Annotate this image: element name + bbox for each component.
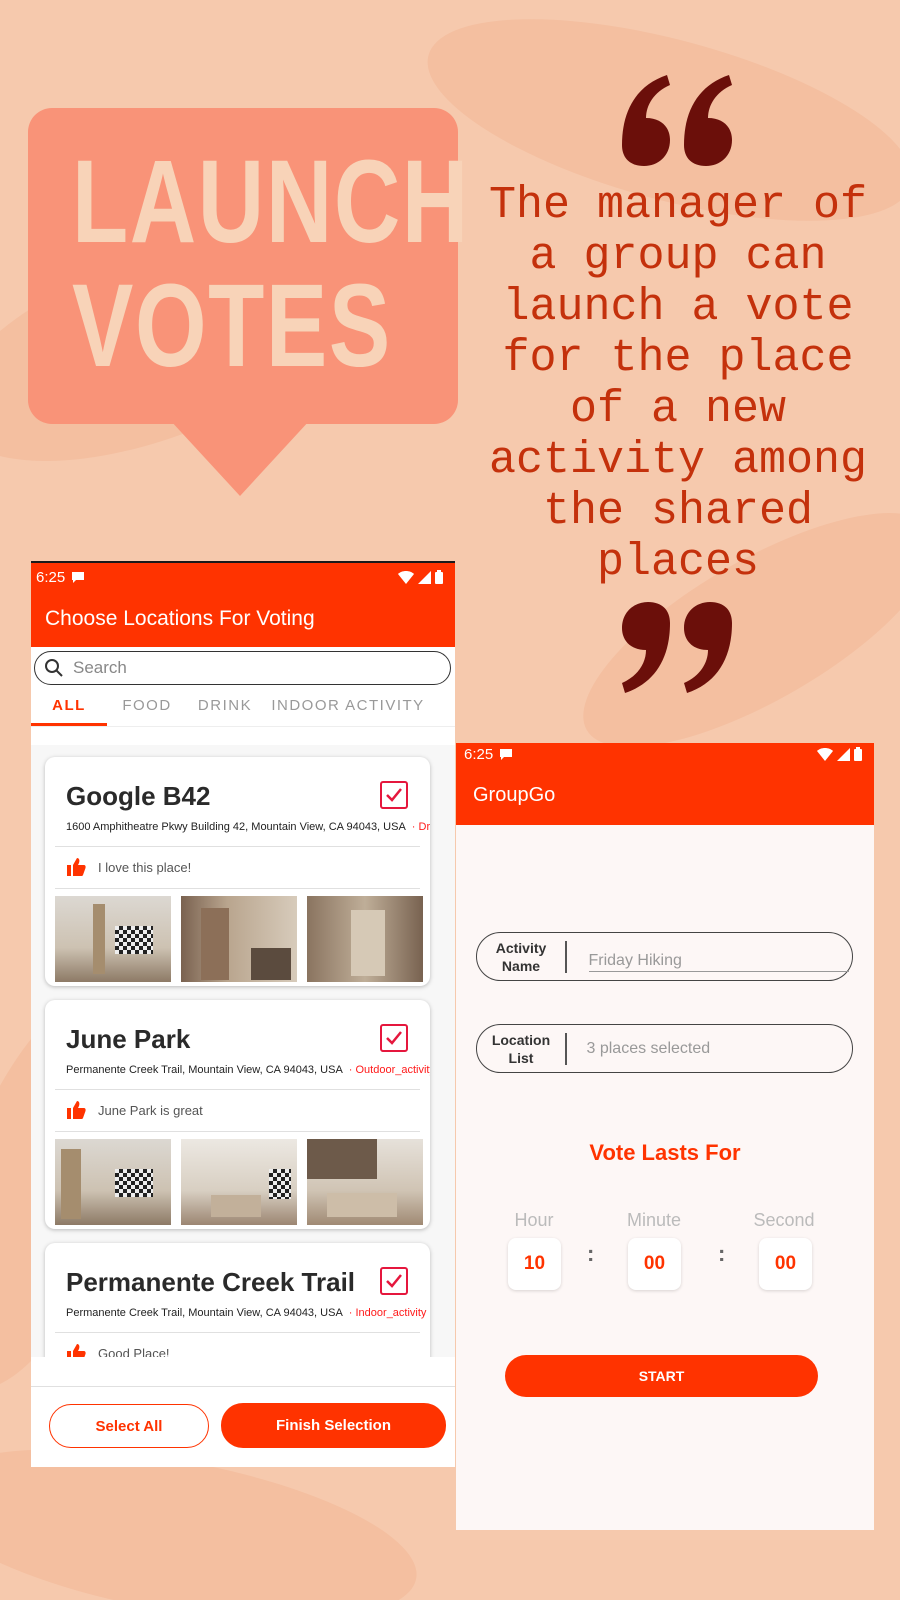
divider bbox=[55, 1332, 420, 1333]
location-checkbox[interactable] bbox=[380, 1267, 408, 1295]
divider bbox=[55, 888, 420, 889]
bubble-tail bbox=[170, 420, 310, 496]
location-photo[interactable] bbox=[181, 896, 297, 982]
battery-icon bbox=[854, 747, 862, 761]
quote-text: The manager of a group can launch a vote… bbox=[488, 180, 868, 588]
search-placeholder: Search bbox=[73, 658, 127, 677]
minute-label: Minute bbox=[626, 1210, 682, 1230]
thumbs-up-icon bbox=[67, 1344, 86, 1357]
signal-icon bbox=[418, 570, 431, 584]
phone-choose-locations: 6:25 Choose Locations For Voting Search … bbox=[31, 561, 455, 1467]
bubble-line-2: VOTES bbox=[72, 260, 392, 392]
location-tag: · Outdoor_activity bbox=[348, 1064, 430, 1076]
bottom-action-bar: Select All Finish Selection bbox=[31, 1386, 455, 1467]
hour-input[interactable]: 10 bbox=[508, 1238, 561, 1290]
comment-text: Good Place! bbox=[98, 1345, 170, 1358]
checkmark-icon bbox=[386, 1274, 402, 1288]
start-button[interactable]: START bbox=[505, 1355, 818, 1397]
finish-selection-button[interactable]: Finish Selection bbox=[221, 1403, 446, 1448]
location-comment: June Park is great bbox=[66, 1100, 203, 1120]
bubble-line-1: LAUNCH bbox=[72, 136, 470, 268]
location-checkbox[interactable] bbox=[380, 781, 408, 809]
location-comment: Good Place! bbox=[66, 1343, 170, 1357]
activity-name-label: Activity Name bbox=[495, 939, 547, 974]
location-tag: · Indoor_activity bbox=[348, 1307, 427, 1319]
location-checkbox[interactable] bbox=[380, 1024, 408, 1052]
app-bar-title: Choose Locations For Voting bbox=[31, 591, 455, 647]
status-time: 6:25 bbox=[36, 568, 66, 586]
phone-create-vote: 6:25 GroupGo Activity Name Friday Hiking… bbox=[456, 743, 874, 1530]
location-name: June Park bbox=[66, 1024, 191, 1054]
search-icon bbox=[45, 659, 63, 677]
field-divider bbox=[565, 940, 567, 973]
tab-food[interactable]: FOOD bbox=[107, 687, 187, 726]
location-name: Google B42 bbox=[66, 781, 211, 811]
tab-indoor-activity[interactable]: INDOOR ACTIVITY bbox=[263, 687, 433, 726]
hour-label: Hour bbox=[514, 1210, 554, 1230]
activity-name-input[interactable]: Friday Hiking bbox=[588, 952, 849, 972]
checkmark-icon bbox=[386, 1031, 402, 1045]
comment-text: June Park is great bbox=[98, 1102, 203, 1118]
location-list-field[interactable]: Location List 3 places selected bbox=[476, 1024, 853, 1073]
location-photo[interactable] bbox=[55, 896, 171, 982]
location-list-label: Location List bbox=[491, 1031, 551, 1066]
location-card[interactable]: June Park Permanente Creek Trail, Mounta… bbox=[45, 1000, 430, 1229]
select-all-button[interactable]: Select All bbox=[49, 1404, 209, 1448]
divider bbox=[55, 846, 420, 847]
open-quote-icon bbox=[622, 75, 732, 166]
divider bbox=[55, 1089, 420, 1090]
location-address: Permanente Creek Trail, Mountain View, C… bbox=[66, 1307, 427, 1319]
thumbs-up-icon bbox=[67, 1101, 86, 1119]
checkmark-icon bbox=[386, 788, 402, 802]
location-comment: I love this place! bbox=[66, 857, 191, 877]
photo-strip bbox=[55, 896, 423, 982]
divider bbox=[55, 1131, 420, 1132]
location-tag: · Drin bbox=[411, 821, 430, 833]
location-card[interactable]: Google B42 1600 Amphitheatre Pkwy Buildi… bbox=[45, 757, 430, 986]
message-icon bbox=[72, 572, 85, 583]
category-tabs: ALL FOOD DRINK INDOOR ACTIVITY bbox=[31, 687, 455, 727]
location-address: 1600 Amphitheatre Pkwy Building 42, Moun… bbox=[66, 821, 430, 833]
minute-input[interactable]: 00 bbox=[628, 1238, 681, 1290]
second-label: Second bbox=[753, 1210, 815, 1230]
location-list[interactable]: Google B42 1600 Amphitheatre Pkwy Buildi… bbox=[31, 745, 455, 1357]
search-input[interactable]: Search bbox=[34, 651, 451, 685]
status-bar: 6:25 bbox=[456, 743, 874, 765]
vote-duration-title: Vote Lasts For bbox=[589, 1140, 741, 1165]
status-time: 6:25 bbox=[464, 745, 494, 763]
location-photo[interactable] bbox=[181, 1139, 297, 1225]
bubble-heading: LAUNCH VOTES bbox=[72, 140, 470, 388]
status-bar: 6:25 bbox=[31, 563, 455, 591]
battery-icon bbox=[435, 570, 443, 584]
close-quote-icon bbox=[622, 602, 732, 693]
location-address: Permanente Creek Trail, Mountain View, C… bbox=[66, 1064, 430, 1076]
tab-drink[interactable]: DRINK bbox=[187, 687, 263, 726]
app-bar-title: GroupGo bbox=[456, 765, 874, 825]
comment-text: I love this place! bbox=[98, 859, 192, 875]
wifi-icon bbox=[817, 747, 833, 761]
thumbs-up-icon bbox=[67, 858, 86, 876]
location-list-value[interactable]: 3 places selected bbox=[567, 1040, 711, 1058]
photo-strip bbox=[55, 1139, 423, 1225]
location-photo[interactable] bbox=[307, 896, 423, 982]
time-separator: : bbox=[587, 1241, 595, 1266]
tab-all[interactable]: ALL bbox=[31, 687, 107, 726]
message-icon bbox=[500, 749, 513, 760]
wifi-icon bbox=[398, 570, 414, 584]
activity-name-field[interactable]: Activity Name Friday Hiking bbox=[476, 932, 853, 981]
location-card[interactable]: Permanente Creek Trail Permanente Creek … bbox=[45, 1243, 430, 1357]
location-photo[interactable] bbox=[307, 1139, 423, 1225]
location-name: Permanente Creek Trail bbox=[66, 1267, 356, 1297]
location-photo[interactable] bbox=[55, 1139, 171, 1225]
second-input[interactable]: 00 bbox=[759, 1238, 812, 1290]
time-separator: : bbox=[718, 1241, 726, 1266]
signal-icon bbox=[837, 747, 850, 761]
